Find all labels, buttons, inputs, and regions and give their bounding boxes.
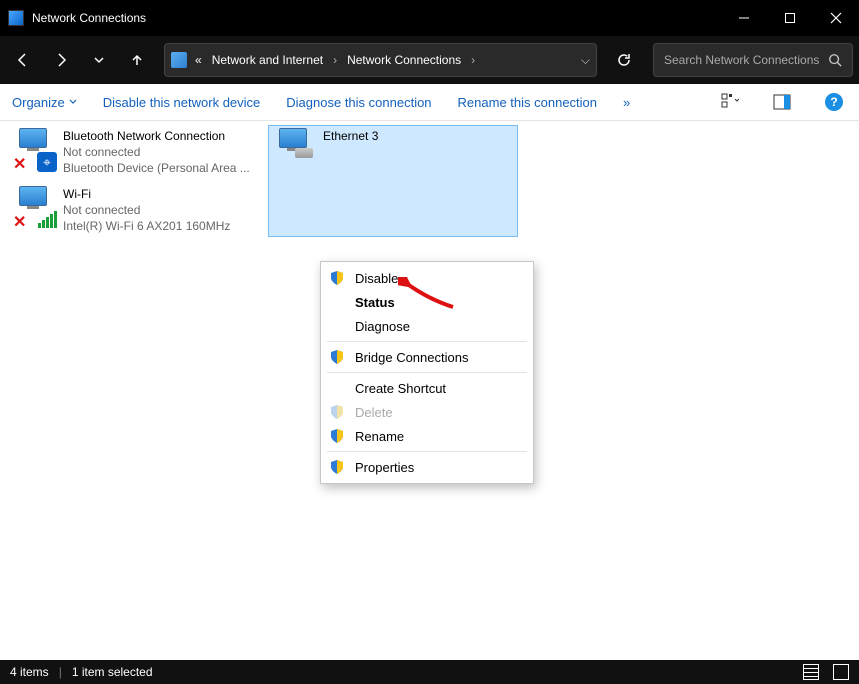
diagnose-connection-button[interactable]: Diagnose this connection bbox=[286, 95, 431, 110]
preview-pane-button[interactable] bbox=[769, 89, 795, 115]
navbar: « Network and Internet › Network Connect… bbox=[0, 36, 859, 84]
menu-item-properties[interactable]: Properties bbox=[321, 455, 533, 479]
details-view-button[interactable] bbox=[803, 664, 819, 680]
chevron-right-icon[interactable]: › bbox=[331, 53, 339, 67]
breadcrumb-level1[interactable]: Network and Internet bbox=[210, 53, 325, 67]
network-adapter-icon bbox=[273, 128, 317, 172]
menu-item-diagnose[interactable]: Diagnose bbox=[321, 314, 533, 338]
menu-separator bbox=[327, 372, 527, 373]
address-dropdown-icon[interactable]: ⌵ bbox=[581, 53, 590, 68]
up-button[interactable] bbox=[120, 43, 154, 77]
menu-item-rename[interactable]: Rename bbox=[321, 424, 533, 448]
status-bar: 4 items | 1 item selected bbox=[0, 660, 859, 684]
status-divider: | bbox=[59, 665, 62, 679]
wifi-signal-icon bbox=[38, 211, 57, 228]
search-placeholder: Search Network Connections bbox=[664, 53, 828, 67]
connection-device: Bluetooth Device (Personal Area ... bbox=[63, 160, 253, 176]
connection-status: Not connected bbox=[63, 202, 253, 218]
menu-item-disable[interactable]: Disable bbox=[321, 266, 533, 290]
refresh-button[interactable] bbox=[607, 43, 641, 77]
connection-item-ethernet[interactable]: Ethernet 3 bbox=[268, 125, 518, 237]
breadcrumb-prefix: « bbox=[193, 53, 204, 67]
command-bar: Organize Disable this network device Dia… bbox=[0, 84, 859, 121]
chevron-right-icon[interactable]: › bbox=[469, 53, 477, 67]
bluetooth-icon: ⌖ bbox=[37, 152, 57, 172]
back-button[interactable] bbox=[6, 43, 40, 77]
chevron-down-icon bbox=[69, 98, 77, 106]
disconnected-icon: ✕ bbox=[13, 216, 27, 230]
disconnected-icon: ✕ bbox=[13, 158, 27, 172]
connection-name: Ethernet 3 bbox=[323, 128, 513, 144]
menu-item-bridge[interactable]: Bridge Connections bbox=[321, 345, 533, 369]
network-adapter-icon: ✕ ⌖ bbox=[13, 128, 57, 172]
location-icon bbox=[171, 52, 187, 68]
app-icon bbox=[8, 10, 24, 26]
connection-status: Not connected bbox=[63, 144, 253, 160]
connection-device: Intel(R) Wi-Fi 6 AX201 160MHz bbox=[63, 218, 253, 234]
close-button[interactable] bbox=[813, 0, 859, 36]
help-icon: ? bbox=[825, 93, 843, 111]
titlebar: Network Connections bbox=[0, 0, 859, 36]
connection-name: Bluetooth Network Connection bbox=[63, 128, 253, 144]
item-count: 4 items bbox=[10, 665, 49, 679]
address-bar[interactable]: « Network and Internet › Network Connect… bbox=[164, 43, 597, 77]
rename-connection-button[interactable]: Rename this connection bbox=[458, 95, 597, 110]
connection-item-bluetooth[interactable]: ✕ ⌖ Bluetooth Network Connection Not con… bbox=[8, 125, 258, 179]
maximize-button[interactable] bbox=[767, 0, 813, 36]
context-menu: Disable Status Diagnose Bridge Connectio… bbox=[320, 261, 534, 484]
view-options-button[interactable] bbox=[717, 89, 743, 115]
menu-item-delete: Delete bbox=[321, 400, 533, 424]
organize-menu[interactable]: Organize bbox=[12, 95, 77, 110]
menu-item-shortcut[interactable]: Create Shortcut bbox=[321, 376, 533, 400]
recent-locations-button[interactable] bbox=[82, 43, 116, 77]
minimize-button[interactable] bbox=[721, 0, 767, 36]
more-commands-button[interactable]: » bbox=[623, 95, 630, 110]
tiles-view-button[interactable] bbox=[833, 664, 849, 680]
search-box[interactable]: Search Network Connections bbox=[653, 43, 853, 77]
network-adapter-icon: ✕ bbox=[13, 186, 57, 230]
disable-device-button[interactable]: Disable this network device bbox=[103, 95, 261, 110]
content-area: ✕ ⌖ Bluetooth Network Connection Not con… bbox=[0, 121, 859, 660]
help-button[interactable]: ? bbox=[821, 89, 847, 115]
connection-name: Wi-Fi bbox=[63, 186, 253, 202]
selection-count: 1 item selected bbox=[72, 665, 153, 679]
menu-separator bbox=[327, 451, 527, 452]
menu-item-status[interactable]: Status bbox=[321, 290, 533, 314]
forward-button[interactable] bbox=[44, 43, 78, 77]
window-title: Network Connections bbox=[32, 11, 721, 25]
menu-separator bbox=[327, 341, 527, 342]
search-icon bbox=[828, 53, 842, 67]
breadcrumb-level2[interactable]: Network Connections bbox=[345, 53, 463, 67]
connection-item-wifi[interactable]: ✕ Wi-Fi Not connected Intel(R) Wi-Fi 6 A… bbox=[8, 183, 258, 237]
